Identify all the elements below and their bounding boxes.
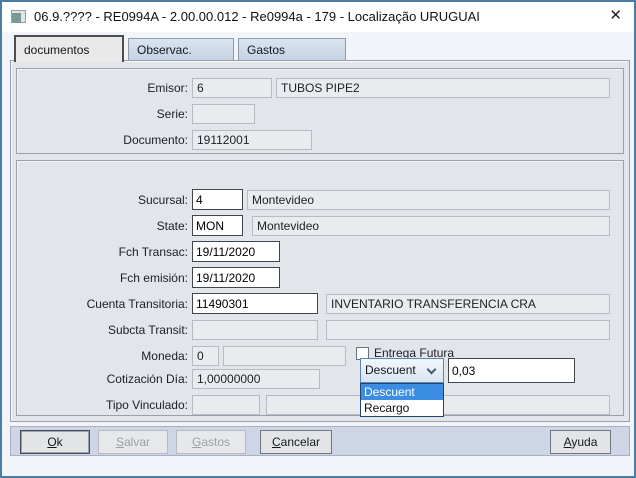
state-label: State:: [156, 219, 188, 233]
ayuda-button[interactable]: Ayuda: [550, 430, 611, 454]
tab-documentos-label: documentos: [24, 43, 90, 57]
serie-label: Serie:: [156, 107, 188, 121]
subcta-code-field: [192, 320, 318, 340]
tab-gastos-label: Gastos: [247, 43, 286, 57]
dialog-window: 06.9.???? - RE0994A - 2.00.00.012 - Re09…: [0, 0, 636, 478]
fch-emision-label: Fch emisión:: [119, 271, 188, 285]
state-input[interactable]: [192, 215, 243, 236]
tab-documentos[interactable]: documentos: [14, 35, 124, 62]
salvar-button: Salvar: [98, 430, 168, 454]
descuento-amount-input[interactable]: [448, 358, 575, 383]
fch-transac-label: Fch Transac:: [118, 245, 188, 259]
gastos-button: Gastos: [176, 430, 246, 454]
moneda-code-field: 0: [192, 346, 219, 366]
dropdown-option-descuent[interactable]: Descuent: [361, 384, 443, 400]
emisor-code-field: 6: [192, 78, 272, 98]
sucursal-name-field: Montevideo: [247, 190, 610, 210]
moneda-name-field: [223, 346, 346, 366]
emisor-name-field: TUBOS PIPE2: [276, 78, 610, 98]
sucursal-input[interactable]: [192, 189, 243, 210]
tab-observac-label: Observac.: [137, 43, 192, 57]
ok-button[interactable]: Ok: [20, 430, 90, 454]
cuenta-transitoria-label: Cuenta Transitoria:: [86, 297, 188, 311]
fch-transac-input[interactable]: [192, 241, 280, 262]
emisor-label: Emisor:: [147, 81, 188, 95]
cuenta-transitoria-name-field: INVENTARIO TRANSFERENCIA CRA: [326, 294, 610, 314]
descuento-recargo-dropdown: Descuent Recargo: [360, 383, 444, 417]
cotizacion-dia-field: 1,00000000: [192, 369, 320, 389]
moneda-label: Moneda:: [141, 349, 188, 363]
tipo-vinculado-label: Tipo Vinculado:: [105, 398, 188, 412]
state-name-field: Montevideo: [252, 216, 610, 236]
chevron-down-icon: [426, 364, 437, 375]
close-icon[interactable]: ✕: [609, 7, 622, 25]
tipo-vinculado-code-field: [192, 395, 260, 415]
fch-emision-input[interactable]: [192, 267, 280, 288]
documento-field: 19112001: [192, 130, 312, 150]
cancelar-button[interactable]: Cancelar: [260, 430, 332, 454]
subcta-transit-label: Subcta Transit:: [107, 323, 188, 337]
form-icon: [11, 10, 26, 23]
tab-gastos[interactable]: Gastos: [238, 38, 346, 61]
cuenta-transitoria-input[interactable]: [192, 293, 318, 314]
serie-field: [192, 104, 255, 124]
sucursal-label: Sucursal:: [137, 193, 188, 207]
descuento-recargo-select[interactable]: Descuent: [360, 358, 444, 383]
dropdown-option-recargo[interactable]: Recargo: [361, 400, 443, 416]
title-bar: 06.9.???? - RE0994A - 2.00.00.012 - Re09…: [2, 2, 634, 32]
tab-observac[interactable]: Observac.: [128, 38, 234, 61]
window-title: 06.9.???? - RE0994A - 2.00.00.012 - Re09…: [34, 9, 480, 24]
documento-label: Documento:: [123, 133, 188, 147]
subcta-name-field: [326, 320, 610, 340]
cotizacion-dia-label: Cotización Día:: [106, 372, 188, 386]
descuento-recargo-selected: Descuent: [365, 363, 416, 377]
